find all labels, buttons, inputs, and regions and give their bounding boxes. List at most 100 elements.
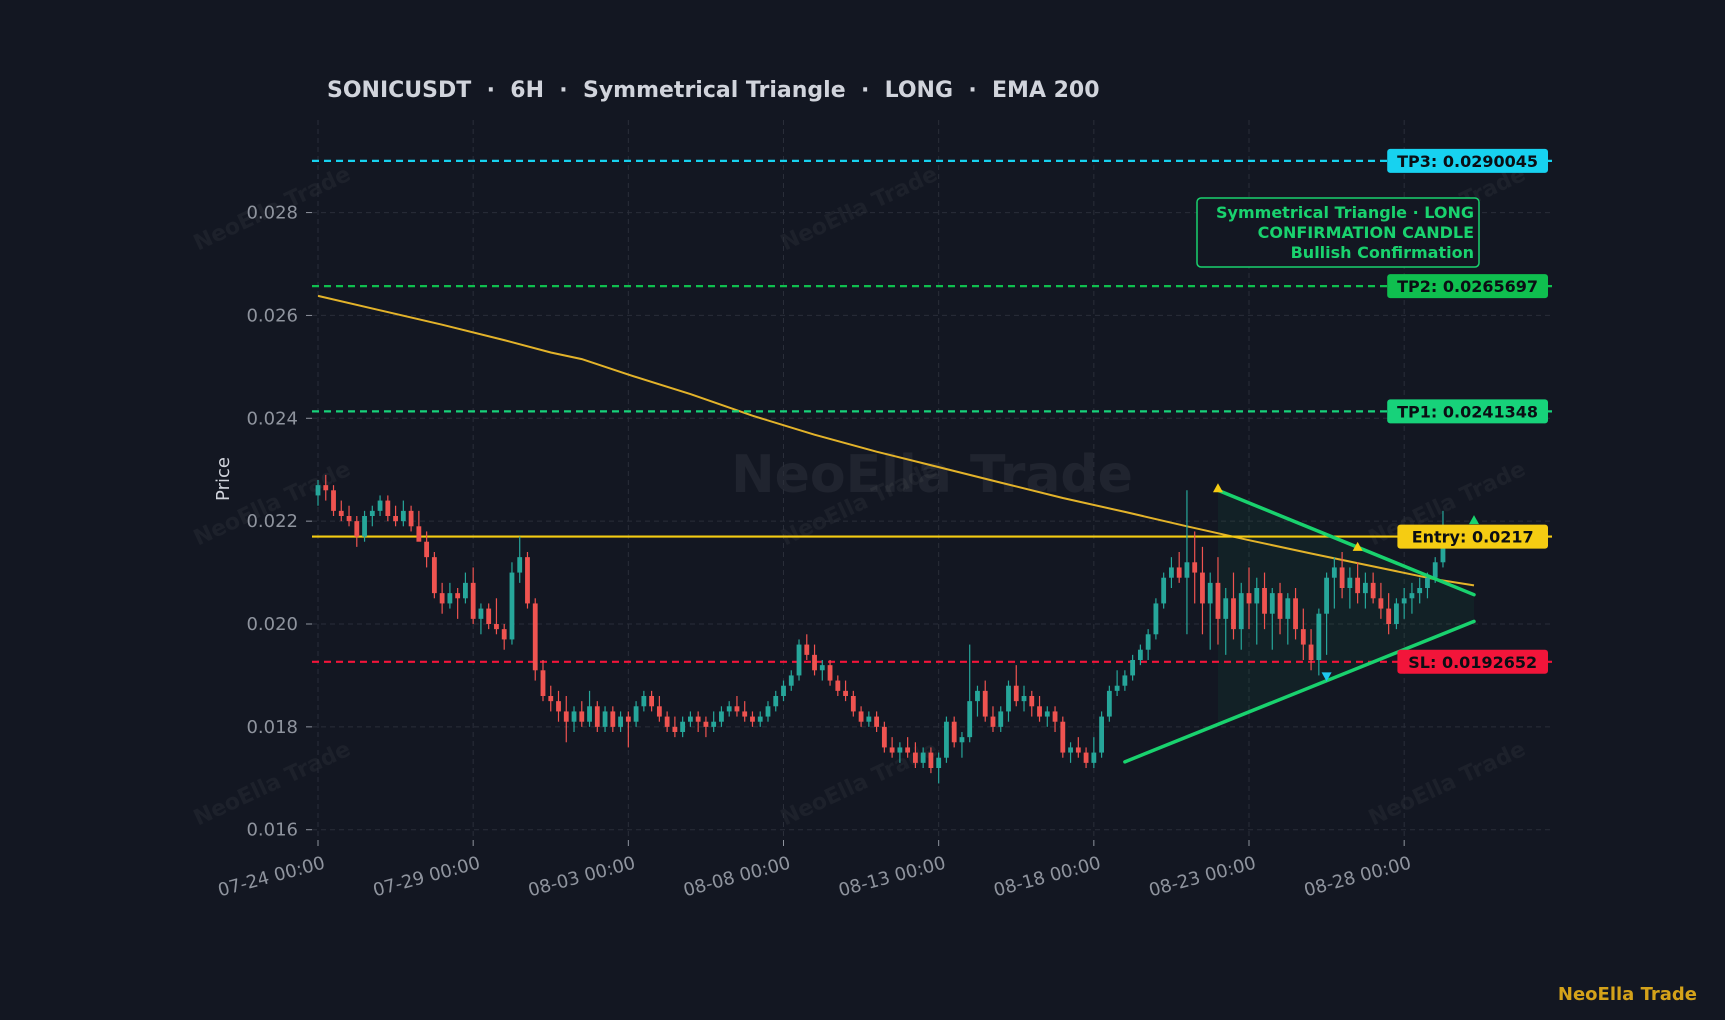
y-tick-label: 0.018	[246, 717, 298, 738]
candle-body	[835, 680, 841, 691]
candle-body	[874, 716, 880, 727]
candle-body	[889, 747, 895, 753]
candle-body	[1184, 562, 1190, 578]
candle-body	[1386, 608, 1392, 624]
candle-body	[1401, 598, 1407, 604]
candle-body	[711, 721, 717, 727]
candle-body	[1409, 593, 1415, 599]
candle-body	[1161, 577, 1167, 604]
candle-body	[633, 706, 639, 722]
y-tick-label: 0.020	[246, 614, 298, 635]
candle-body	[331, 490, 336, 511]
candle-body	[1246, 593, 1252, 604]
candle-body	[726, 706, 732, 712]
candle-body	[1262, 588, 1267, 614]
candle-body	[928, 752, 934, 768]
candle-body	[579, 711, 585, 722]
chart-title: SONICUSDT · 6H · Symmetrical Triangle · …	[327, 78, 1100, 103]
candle-body	[1153, 603, 1159, 635]
candle-body	[912, 752, 918, 763]
candle-body	[354, 521, 360, 537]
candle-body	[975, 690, 980, 702]
candle-body	[315, 485, 321, 496]
y-tick-label: 0.026	[246, 305, 298, 326]
candle-body	[656, 706, 662, 717]
candle-body	[625, 716, 631, 722]
candle-body	[400, 510, 406, 522]
candle-body	[377, 500, 383, 511]
candle-body	[936, 757, 942, 768]
y-tick-label: 0.028	[246, 203, 298, 224]
candle-body	[796, 644, 802, 676]
candle-body	[1425, 577, 1430, 588]
candle-body	[703, 721, 709, 727]
candle-body	[1060, 721, 1066, 753]
y-tick-label: 0.024	[246, 408, 298, 429]
candle-body	[362, 516, 367, 537]
candle-body	[843, 690, 848, 696]
level-label-sl: SL: 0.0192652	[1408, 653, 1537, 672]
candle-body	[532, 603, 538, 671]
candle-body	[424, 541, 430, 558]
chart-canvas: NeoElla Trade NeoElla Trade NeoElla Trad…	[0, 0, 1725, 1020]
candle-body	[1331, 567, 1337, 578]
candle-body	[1044, 711, 1050, 717]
candle-body	[998, 711, 1004, 727]
level-label-tp2: TP2: 0.0265697	[1397, 277, 1538, 296]
candle-body	[1037, 706, 1042, 717]
candle-body	[1029, 696, 1035, 707]
annotation-line-3: Bullish Confirmation	[1291, 243, 1474, 262]
candle-body	[1316, 613, 1322, 660]
candle-body	[1122, 675, 1128, 686]
candle-body	[393, 516, 398, 522]
candle-body	[1106, 690, 1112, 717]
candle-body	[765, 706, 771, 717]
candle-body	[967, 701, 973, 738]
candle-body	[672, 726, 678, 732]
candle-body	[734, 706, 740, 712]
candle-body	[990, 716, 996, 727]
candle-body	[439, 593, 445, 604]
candle-body	[920, 752, 926, 763]
candle-body	[1355, 577, 1361, 594]
candle-body	[1099, 716, 1105, 753]
y-tick-label: 0.022	[246, 511, 298, 532]
candle-body	[850, 696, 856, 712]
candle-body	[571, 711, 577, 722]
candle-body	[1378, 598, 1384, 609]
candle-body	[757, 716, 763, 722]
candle-body	[788, 675, 794, 686]
candle-body	[866, 716, 872, 722]
candle-body	[1285, 598, 1291, 619]
candle-body	[463, 582, 468, 599]
candle-body	[1269, 593, 1275, 614]
candle-body	[687, 716, 693, 722]
candle-body	[1192, 562, 1198, 573]
candle-body	[1114, 685, 1120, 691]
candle-body	[1324, 577, 1329, 614]
level-label-tp1: TP1: 0.0241348	[1397, 402, 1538, 421]
candle-body	[1207, 582, 1213, 604]
candle-body	[1300, 629, 1306, 645]
candle-body	[1200, 572, 1205, 604]
level-label-tp3: TP3: 0.0290045	[1397, 152, 1538, 171]
candle-body	[1339, 567, 1345, 588]
candle-body	[641, 696, 647, 707]
candle-body	[525, 557, 530, 604]
candle-body	[944, 721, 949, 758]
candle-body	[610, 711, 616, 727]
candle-body	[773, 696, 779, 707]
candle-body	[664, 716, 670, 727]
candle-body	[1231, 598, 1236, 630]
candle-body	[1006, 685, 1011, 712]
candle-body	[408, 510, 414, 527]
candle-body	[719, 711, 724, 722]
candle-body	[905, 747, 911, 753]
candle-body	[486, 608, 492, 624]
candle-body	[416, 526, 422, 542]
candle-body	[509, 572, 515, 640]
candle-body	[1293, 598, 1298, 630]
candle-body	[649, 696, 655, 707]
candle-body	[501, 629, 507, 640]
candle-body	[556, 701, 561, 712]
